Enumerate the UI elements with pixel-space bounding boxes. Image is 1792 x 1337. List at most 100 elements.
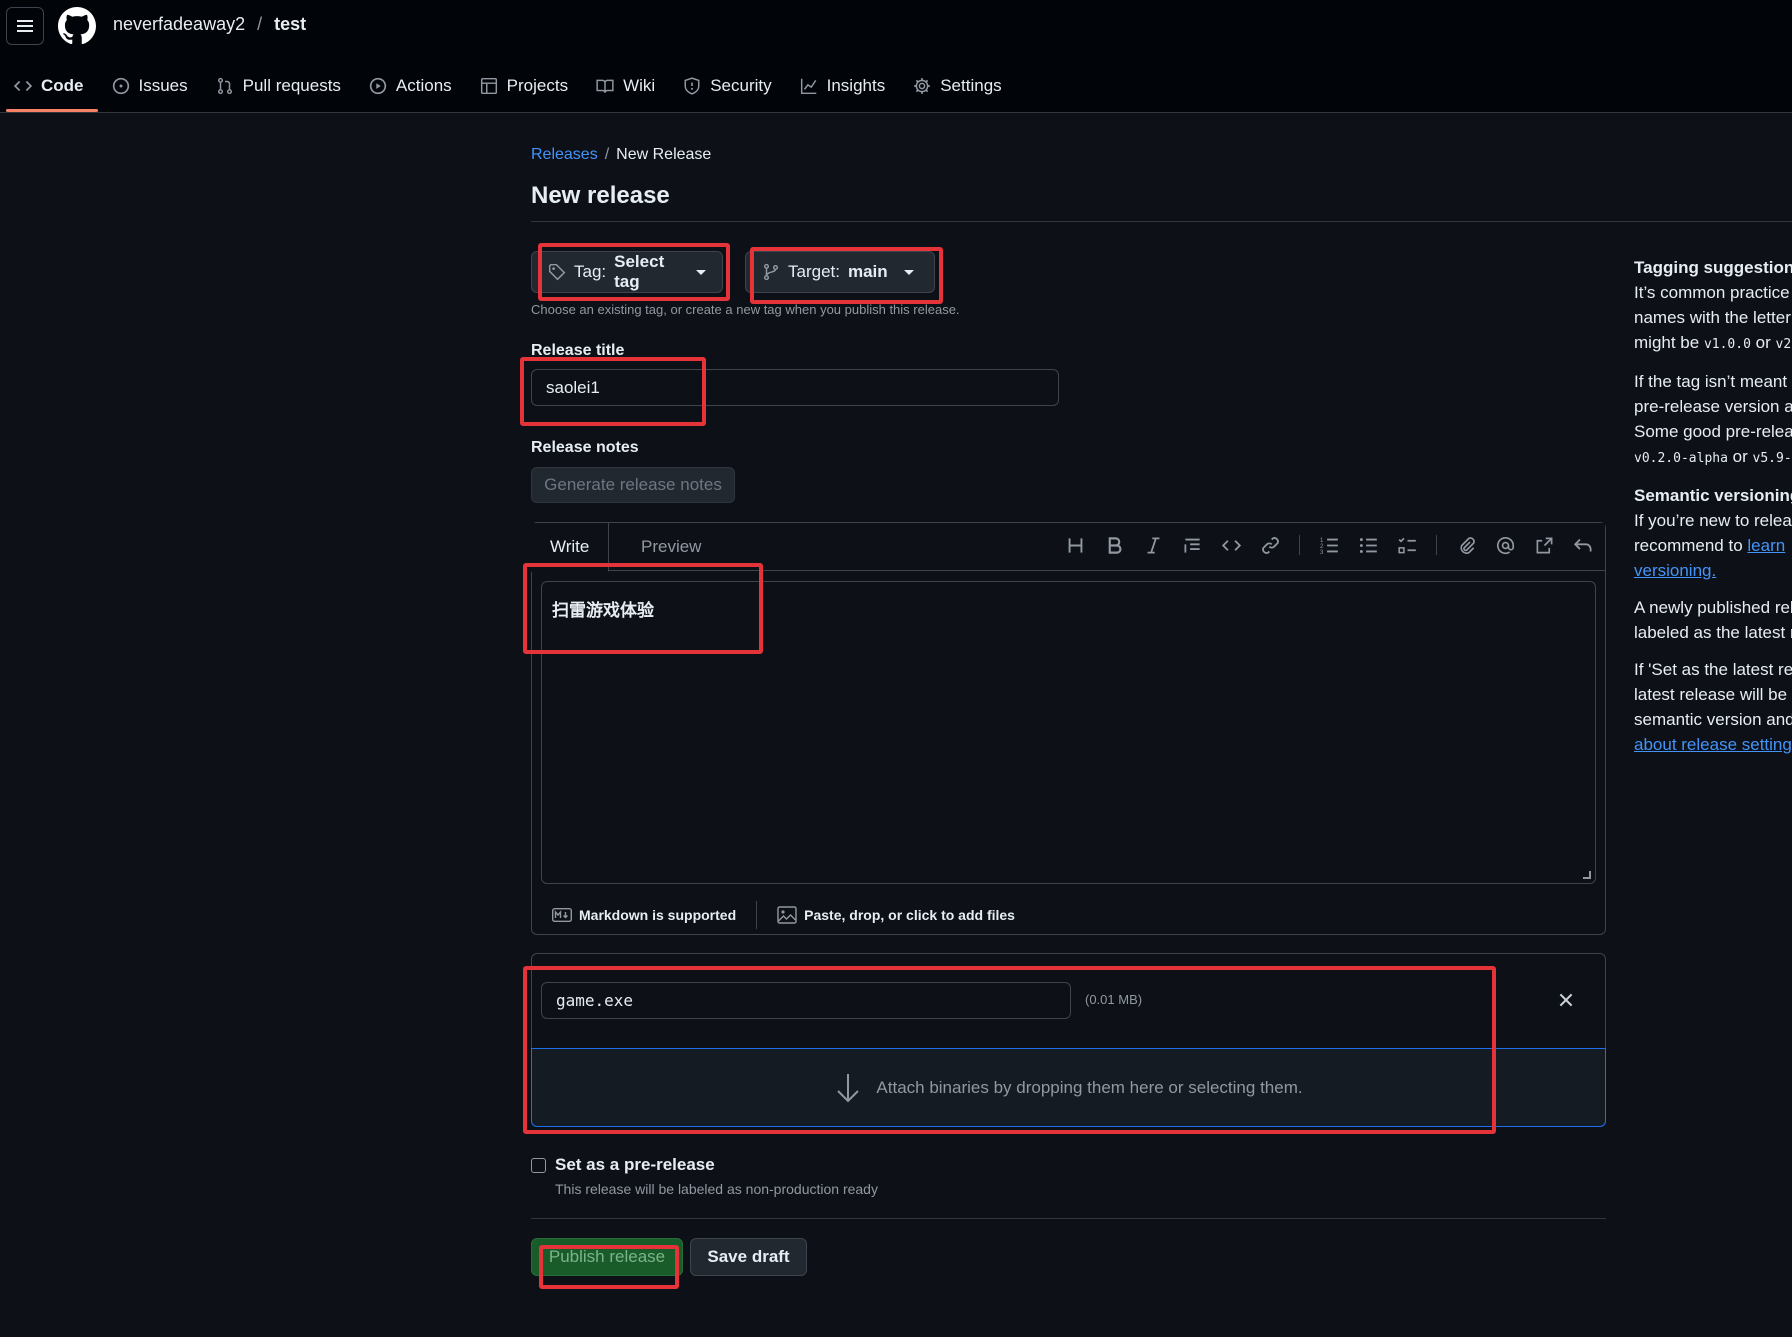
chevron-down-icon <box>696 269 706 275</box>
repo-nav: Code Issues Pull requests Actions Projec… <box>0 66 1016 112</box>
tab-actions[interactable]: Actions <box>355 66 466 106</box>
pre-tag-example-2: v5.9- <box>1752 451 1792 466</box>
mention-icon[interactable] <box>1495 535 1515 555</box>
add-files-button[interactable]: Paste, drop, or click to add files <box>777 906 1015 924</box>
binary-upload-box: (0.01 MB) Attach binaries by dropping th… <box>531 953 1606 1127</box>
tag-example-2: v2 <box>1775 337 1792 352</box>
attached-file-size: (0.01 MB) <box>1085 992 1143 1007</box>
arrow-down-icon <box>837 1073 860 1102</box>
target-branch-button[interactable]: Target: main <box>745 251 935 293</box>
table-icon <box>480 77 497 95</box>
heading-icon[interactable] <box>1065 535 1085 555</box>
repo-path: neverfadeaway2 / test <box>113 14 306 35</box>
cross-reference-icon[interactable] <box>1534 535 1554 555</box>
breadcrumb-releases-link[interactable]: Releases <box>531 146 598 164</box>
image-icon <box>777 906 797 924</box>
target-value: main <box>847 262 888 281</box>
tab-settings[interactable]: Settings <box>899 66 1015 106</box>
tab-write[interactable]: Write <box>531 523 610 572</box>
tagging-suggestions-title: Tagging suggestions <box>1634 258 1792 277</box>
tag-select-button[interactable]: Tag: Select tag <box>531 251 723 293</box>
release-notes-textarea[interactable]: 扫雷游戏体验 <box>541 581 1596 884</box>
branch-icon <box>763 263 779 281</box>
set-latest-text: If 'Set as the latest rel latest release… <box>1634 657 1792 757</box>
tab-code[interactable]: Code <box>0 66 98 112</box>
path-separator: / <box>257 14 263 34</box>
ordered-list-icon[interactable]: 123 <box>1319 535 1339 555</box>
tagging-or: or <box>1755 333 1771 352</box>
github-logo-icon[interactable] <box>58 7 96 45</box>
prerelease-checkbox[interactable] <box>531 1158 546 1173</box>
tag-hint: Choose an existing tag, or create a new … <box>531 302 960 317</box>
release-title-input[interactable] <box>531 369 1059 406</box>
learn-semver-link[interactable]: learn <box>1747 536 1785 555</box>
tab-insights[interactable]: Insights <box>786 66 900 106</box>
paperclip-icon[interactable] <box>1456 535 1476 555</box>
hamburger-menu-button[interactable] <box>6 7 44 45</box>
graph-icon <box>800 78 816 95</box>
tab-projects[interactable]: Projects <box>466 66 582 106</box>
editor-footer: Markdown is supported Paste, drop, or cl… <box>552 901 1015 929</box>
footer-divider <box>756 901 758 929</box>
latest-line-1: A newly published rel <box>1634 598 1792 617</box>
book-icon <box>596 79 614 93</box>
prerelease-hint: This release will be labeled as non-prod… <box>555 1181 878 1197</box>
tag-example-1: v1.0.0 <box>1703 337 1751 352</box>
binary-dropzone[interactable]: Attach binaries by dropping them here or… <box>531 1048 1606 1127</box>
release-notes-label: Release notes <box>531 439 639 456</box>
markdown-editor: Write Preview 123 扫雷游戏体验 Markdown is sup… <box>531 522 1606 935</box>
breadcrumb-current: New Release <box>616 146 712 163</box>
code-icon[interactable] <box>1221 535 1241 555</box>
markdown-icon <box>552 908 572 922</box>
toolbar-divider <box>1436 535 1437 555</box>
markdown-supported-link[interactable]: Markdown is supported <box>552 906 736 924</box>
prerelease-label[interactable]: Set as a pre-release <box>555 1155 715 1175</box>
owner-link[interactable]: neverfadeaway2 <box>113 14 245 35</box>
tab-wiki-label: Wiki <box>623 76 656 95</box>
tab-issues[interactable]: Issues <box>98 66 202 106</box>
tab-insights-label: Insights <box>826 76 886 95</box>
semver-line-2: recommend to <box>1634 536 1743 555</box>
tagging-line-2: names with the letter <box>1634 308 1791 327</box>
title-divider <box>531 221 1792 222</box>
tab-issues-label: Issues <box>138 76 188 95</box>
tab-code-label: Code <box>41 76 84 95</box>
set-line-1: If 'Set as the latest rel <box>1634 660 1792 679</box>
toolbar-divider <box>1299 535 1300 555</box>
code-icon <box>14 80 32 92</box>
tab-preview[interactable]: Preview <box>622 523 720 571</box>
save-draft-button[interactable]: Save draft <box>690 1238 807 1276</box>
task-list-icon[interactable] <box>1397 535 1417 555</box>
chevron-down-icon <box>903 269 914 275</box>
tab-security[interactable]: Security <box>669 66 785 106</box>
quote-icon[interactable] <box>1182 535 1202 555</box>
svg-text:3: 3 <box>1320 549 1324 554</box>
release-settings-link[interactable]: about release setting <box>1634 735 1792 754</box>
link-icon[interactable] <box>1260 535 1280 555</box>
publish-release-button[interactable]: Publish release <box>531 1238 683 1276</box>
bold-icon[interactable] <box>1104 535 1124 555</box>
breadcrumb: Releases / New Release <box>531 146 711 164</box>
versioning-link[interactable]: versioning. <box>1634 561 1716 580</box>
attached-filename-input[interactable] <box>541 982 1071 1019</box>
menu-icon <box>17 20 33 32</box>
prerelease-tagging-text: If the tag isn’t meant pre-release versi… <box>1634 369 1792 471</box>
pre-tag-example-1: v0.2.0-alpha <box>1634 451 1728 466</box>
repo-header: neverfadeaway2 / test Code Issues Pull r… <box>0 0 1792 113</box>
italic-icon[interactable] <box>1143 535 1163 555</box>
close-icon[interactable] <box>1556 990 1576 1010</box>
target-prefix: Target: <box>788 262 840 281</box>
generate-release-notes-button[interactable]: Generate release notes <box>531 467 735 503</box>
undo-icon[interactable] <box>1573 535 1593 555</box>
resize-handle-icon[interactable] <box>1583 871 1591 879</box>
tab-pull-requests[interactable]: Pull requests <box>202 66 355 106</box>
release-title-label: Release title <box>531 342 625 359</box>
tab-wiki[interactable]: Wiki <box>582 66 669 106</box>
tagging-text: It’s common practice names with the lett… <box>1634 280 1792 357</box>
breadcrumb-separator: / <box>604 146 610 163</box>
repo-link[interactable]: test <box>274 14 306 35</box>
tagging-line-1: It’s common practice <box>1634 283 1790 302</box>
pull-request-icon <box>217 77 232 95</box>
semver-text: If you’re new to relea recommend to lear… <box>1634 508 1792 583</box>
unordered-list-icon[interactable] <box>1358 535 1378 555</box>
